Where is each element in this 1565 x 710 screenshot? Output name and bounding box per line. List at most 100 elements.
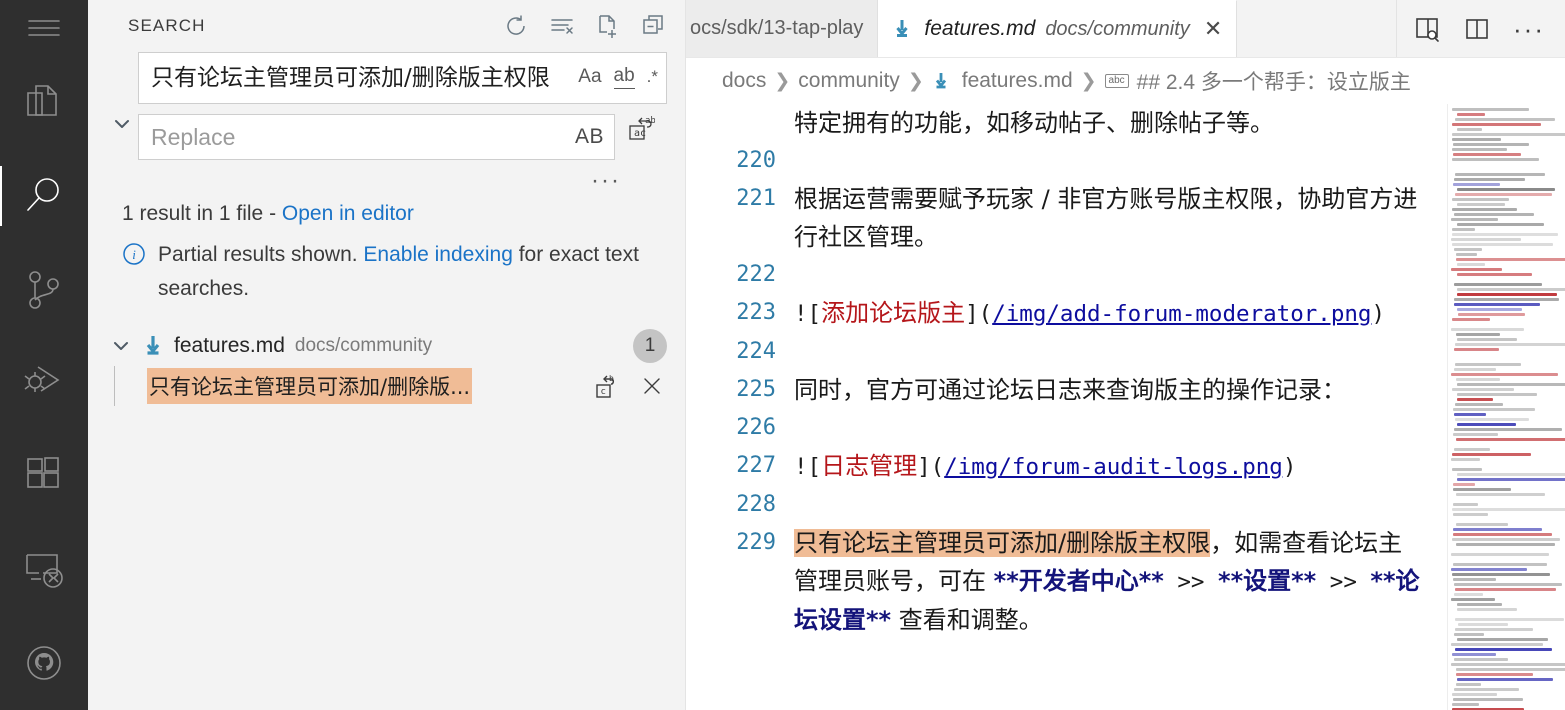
editor-group: ocs/sdk/13-tap-play features.md docs/com… [686,0,1565,710]
svg-text:ac: ac [634,128,646,139]
refresh-icon[interactable] [503,13,529,39]
minimap-content [1451,108,1565,710]
search-results-tree: features.md docs/community 1 只有论坛主管理员可添加… [88,312,685,406]
code-line: 226 [686,409,1447,447]
hamburger-menu-icon [25,13,63,43]
text-span: >> [1163,569,1219,595]
match-case-icon[interactable]: Aa [578,66,601,88]
text-span: ![ [794,301,822,327]
replace-icon[interactable]: c b [593,373,619,399]
markdown-icon [932,71,954,91]
search-options: Aa ab .* [578,61,658,89]
text-span: ![ [794,454,822,480]
result-match-text: 只有论坛主管理员可添加/删除版... [147,368,473,404]
match-action-bar: c b [593,373,685,399]
line-text [794,486,1447,524]
breadcrumb-item-symbol[interactable]: ## 2.4 多一个帮手：设立版主 [1137,66,1411,96]
sidebar-item-search[interactable] [0,149,88,242]
line-text: 特定拥有的功能，如移动帖子、删除帖子等。 [794,104,1447,142]
code-content[interactable]: 特定拥有的功能，如移动帖子、删除帖子等。 220 221 根据运营需要赋予玩家 … [686,104,1447,710]
replace-all-button[interactable]: ac ab [615,114,667,142]
sidebar-item-extensions[interactable] [0,430,88,523]
toggle-replace-button[interactable] [106,52,138,170]
text-span: ) [1282,454,1297,480]
markdown-bold: **开发者中心** [993,567,1164,595]
new-file-icon[interactable] [595,13,621,39]
hamburger-menu-button[interactable] [0,0,88,56]
markdown-bold: **设置** [1218,567,1317,595]
chevron-right-icon: ❯ [1080,70,1097,92]
markdown-icon [142,334,164,358]
search-details-toggle[interactable]: ··· [88,169,685,193]
replace-input-row: Replace AB ac ab [138,114,667,160]
line-number: 224 [736,339,776,364]
search-input[interactable]: 只有论坛主管理员可添加/删除版主权限 Aa ab .* [138,52,667,104]
chevron-down-icon [112,114,132,134]
replace-all-icon: ac ab [629,116,655,140]
use-regex-icon[interactable]: .* [647,67,658,87]
remote-explorer-icon [22,549,66,591]
code-line: 特定拥有的功能，如移动帖子、删除帖子等。 [686,104,1447,142]
files-icon [23,81,65,125]
text-span: 根据运营需要赋予玩家 / 非官方账号版主权限，协助官方进行社区管理。 [794,185,1418,251]
code-editor[interactable]: 特定拥有的功能，如移动帖子、删除帖子等。 220 221 根据运营需要赋予玩家 … [686,104,1565,710]
code-line: 222 [686,256,1447,294]
markdown-link-url[interactable]: /img/forum-audit-logs.png [944,454,1283,480]
search-input-value: 只有论坛主管理员可添加/删除版主权限 [151,65,550,91]
search-match-highlight: 只有论坛主管理员可添加/删除版主权限 [794,529,1211,557]
collapse-all-icon[interactable] [641,13,667,39]
replace-input[interactable]: Replace AB [138,114,615,160]
breadcrumb-item-file[interactable]: features.md [962,69,1073,93]
close-icon[interactable]: ✕ [1204,16,1222,42]
chevron-right-icon: ❯ [774,70,791,92]
notice-text-before: Partial results shown. [158,243,364,266]
breadcrumb-item-docs[interactable]: docs [722,69,766,93]
markdown-icon [892,18,914,40]
result-file-row[interactable]: features.md docs/community 1 [88,326,685,366]
match-whole-word-icon[interactable]: ab [613,65,635,89]
text-span: 特定拥有的功能，如移动帖子、删除帖子等。 [794,109,1274,137]
sidebar-item-run-and-debug[interactable] [0,336,88,429]
result-file-path: docs/community [294,335,433,356]
line-number: 222 [736,262,776,287]
result-file-name: features.md [174,334,285,357]
sidebar-item-github[interactable] [0,617,88,710]
github-icon [22,641,66,685]
clear-all-icon[interactable] [549,13,575,39]
chevron-right-icon: ❯ [907,70,924,92]
preserve-case-icon[interactable]: AB [575,125,604,149]
split-editor-icon[interactable] [1463,15,1491,43]
editor-tab-active-path: docs/community [1045,17,1190,40]
sidebar-item-source-control[interactable] [0,243,88,336]
close-icon[interactable] [639,373,665,399]
svg-text:ab: ab [645,116,655,126]
result-match-row[interactable]: 只有论坛主管理员可添加/删除版... c b [88,366,685,406]
search-input-row: 只有论坛主管理员可添加/删除版主权限 Aa ab .* [138,52,667,104]
sidebar-item-explorer[interactable] [0,56,88,149]
enable-indexing-link[interactable]: Enable indexing [363,243,512,266]
replace-placeholder: Replace [151,123,236,150]
text-span: ]( [917,454,945,480]
result-summary: 1 result in 1 file - Open in editor [88,190,685,230]
minimap[interactable] [1447,104,1565,710]
ellipsis-icon[interactable]: ··· [1513,16,1545,42]
code-line: 221 根据运营需要赋予玩家 / 非官方账号版主权限，协助官方进行社区管理。 [686,180,1447,256]
open-in-editor-link[interactable]: Open in editor [282,202,414,225]
svg-text:b: b [609,374,614,383]
breadcrumb-item-community[interactable]: community [798,69,900,93]
sidebar-item-remote-explorer[interactable] [0,523,88,616]
line-number: 227 [736,453,776,478]
markdown-link-url[interactable]: /img/add-forum-moderator.png [992,301,1371,327]
editor-actions: ··· [1396,0,1565,57]
preview-icon[interactable] [1413,15,1441,43]
editor-tab-inactive[interactable]: ocs/sdk/13-tap-play [686,0,879,57]
code-line: 229 只有论坛主管理员可添加/删除版主权限，如需查看论坛主管理员账号，可在 *… [686,524,1447,639]
line-number: 220 [736,148,776,173]
sidebar-header: SEARCH [88,0,685,52]
editor-tab-active[interactable]: features.md docs/community ✕ [878,0,1238,57]
activity-bar [0,0,88,710]
chevron-down-icon[interactable] [110,335,132,357]
line-text [794,409,1447,447]
markdown-link-label: 添加论坛版主 [821,299,966,327]
line-number: 228 [736,492,776,517]
